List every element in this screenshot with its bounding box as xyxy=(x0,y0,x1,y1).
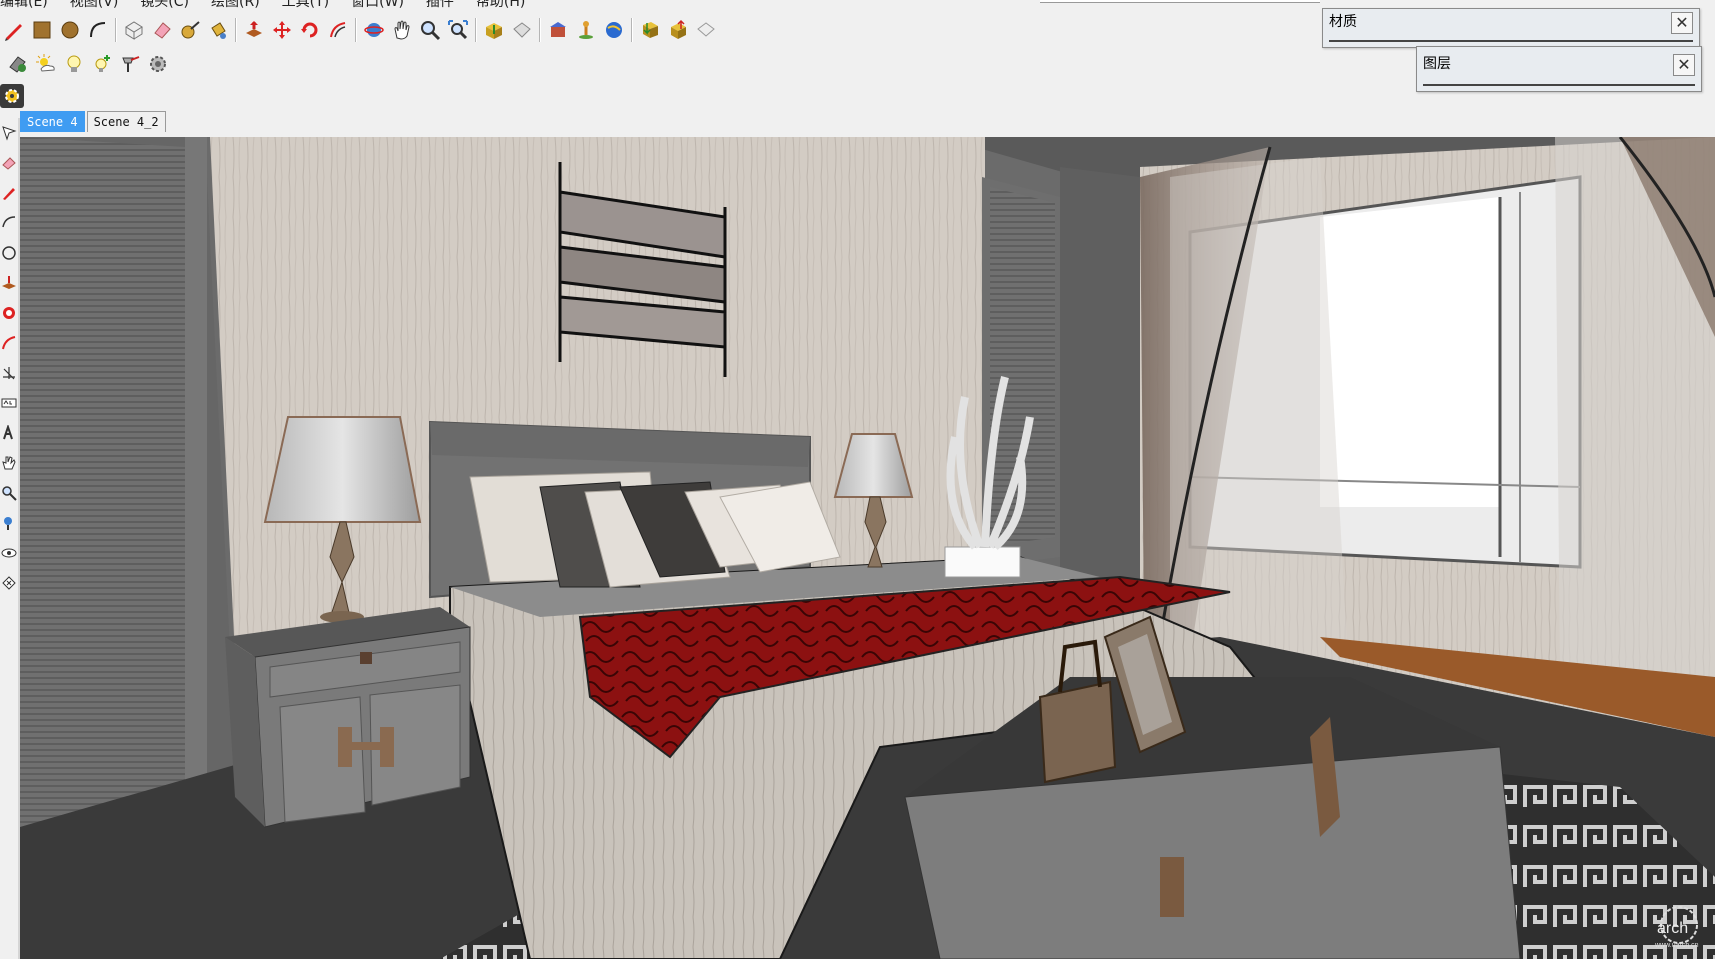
panel-rule xyxy=(1329,40,1693,42)
tape-measure-icon[interactable] xyxy=(176,16,204,44)
toolbar-separator xyxy=(539,18,541,42)
arc-icon[interactable] xyxy=(84,16,112,44)
tab-scene-4-2[interactable]: Scene 4_2 xyxy=(86,111,166,132)
walk-icon[interactable] xyxy=(0,568,18,598)
watermark-subtext: www.uarch.cn xyxy=(1654,942,1699,949)
extension-icon[interactable] xyxy=(692,16,720,44)
select-icon[interactable] xyxy=(0,118,18,148)
google-earth-icon[interactable] xyxy=(600,16,628,44)
eraser-icon[interactable] xyxy=(0,148,18,178)
window-edge xyxy=(1040,0,1320,3)
get-components-icon[interactable] xyxy=(636,16,664,44)
pan-icon[interactable] xyxy=(0,448,18,478)
rectangle-icon[interactable] xyxy=(28,16,56,44)
axes-icon[interactable] xyxy=(0,358,18,388)
orbit-icon[interactable] xyxy=(360,16,388,44)
pan-icon[interactable] xyxy=(388,16,416,44)
render-settings-icon[interactable] xyxy=(144,50,172,78)
follow-me-icon[interactable] xyxy=(0,298,18,328)
materials-panel-title[interactable]: 材质 xyxy=(1329,11,1357,31)
watermark-logo: arch www.uarch.cn xyxy=(1654,906,1699,949)
menu-tools[interactable]: 工具(T) xyxy=(270,0,339,10)
arc-icon[interactable] xyxy=(0,208,18,238)
pencil-icon[interactable] xyxy=(0,178,18,208)
3d-text-icon[interactable] xyxy=(0,418,18,448)
menu-view[interactable]: 视图(V) xyxy=(58,0,129,10)
eraser-icon[interactable] xyxy=(148,16,176,44)
scene-tabs: Scene 4 Scene 4_2 xyxy=(20,110,168,132)
toolbar-separator xyxy=(235,18,237,42)
menu-bar: 编辑(E) 视图(V) 镜头(C) 绘图(R) 工具(T) 窗口(W) 插件 帮… xyxy=(0,0,1040,10)
get-models-icon[interactable] xyxy=(480,16,508,44)
menu-camera[interactable]: 镜头(C) xyxy=(128,0,199,10)
move-icon[interactable] xyxy=(268,16,296,44)
push-pull-icon[interactable] xyxy=(0,268,18,298)
menu-help[interactable]: 帮助(H) xyxy=(464,0,535,10)
make-component-icon[interactable] xyxy=(120,16,148,44)
toolbar-separator xyxy=(115,18,117,42)
main-toolbar xyxy=(0,14,720,46)
bulb-icon[interactable] xyxy=(60,50,88,78)
model-viewport[interactable]: arch www.uarch.cn xyxy=(20,137,1715,959)
toolbar-separator xyxy=(475,18,477,42)
plugin-toolbar xyxy=(0,82,24,110)
push-pull-icon[interactable] xyxy=(240,16,268,44)
zoom-extents-icon[interactable] xyxy=(444,16,472,44)
pencil-icon[interactable] xyxy=(0,16,28,44)
left-toolbar xyxy=(0,118,18,638)
menu-edit[interactable]: 编辑(E) xyxy=(0,0,58,10)
paint-bucket-icon[interactable] xyxy=(204,16,232,44)
spotlight-icon[interactable] xyxy=(116,50,144,78)
watermark-text: arch xyxy=(1657,920,1688,937)
zoom-icon[interactable] xyxy=(416,16,444,44)
offset-icon[interactable] xyxy=(0,328,18,358)
toolbar-separator xyxy=(355,18,357,42)
tab-scene-4[interactable]: Scene 4 xyxy=(20,111,85,132)
position-camera-icon[interactable] xyxy=(0,508,18,538)
text-icon[interactable] xyxy=(0,388,18,418)
menu-draw[interactable]: 绘图(R) xyxy=(199,0,270,10)
3d-warehouse-icon[interactable] xyxy=(544,16,572,44)
layers-panel: 图层 ✕ xyxy=(1416,46,1702,92)
bedroom-render xyxy=(20,137,1715,959)
polygon-icon[interactable] xyxy=(0,238,18,268)
add-light-icon[interactable] xyxy=(88,50,116,78)
materials-panel: 材质 ✕ xyxy=(1322,8,1700,48)
share-model-icon[interactable] xyxy=(508,16,536,44)
sun-icon[interactable] xyxy=(32,50,60,78)
layers-panel-title[interactable]: 图层 xyxy=(1423,53,1451,73)
share-component-icon[interactable] xyxy=(664,16,692,44)
close-icon[interactable]: ✕ xyxy=(1671,12,1693,34)
render-toolbar xyxy=(4,49,172,79)
panel-rule xyxy=(1423,84,1695,86)
offset-icon[interactable] xyxy=(324,16,352,44)
shadow-icon[interactable] xyxy=(4,50,32,78)
toolbar-separator xyxy=(631,18,633,42)
menu-plugins[interactable]: 插件 xyxy=(414,0,464,10)
circle-icon[interactable] xyxy=(56,16,84,44)
plugin-gear-icon[interactable] xyxy=(0,84,24,108)
close-icon[interactable]: ✕ xyxy=(1673,54,1695,76)
menu-window[interactable]: 窗口(W) xyxy=(339,0,414,10)
rotate-icon[interactable] xyxy=(296,16,324,44)
add-location-icon[interactable] xyxy=(572,16,600,44)
zoom-icon[interactable] xyxy=(0,478,18,508)
look-around-icon[interactable] xyxy=(0,538,18,568)
